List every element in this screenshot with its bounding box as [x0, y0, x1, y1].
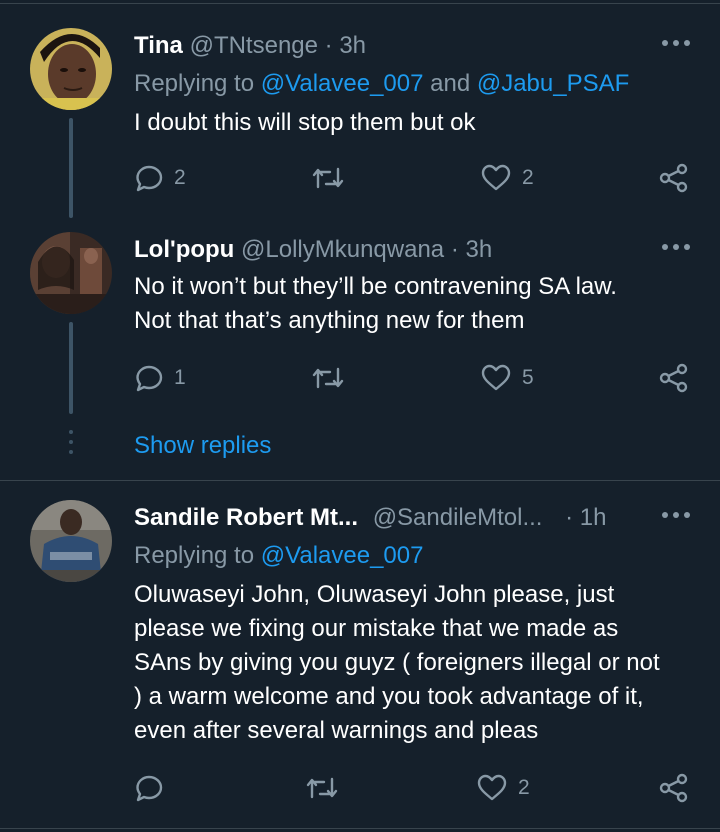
- reply-count: 2: [174, 166, 186, 189]
- display-name[interactable]: Sandile Robert Mt...: [134, 504, 358, 531]
- tweet-text-line: SAns by giving you guyz ( foreigners ill…: [134, 649, 660, 676]
- top-divider: [0, 3, 720, 4]
- reply-count: 1: [174, 366, 186, 389]
- retweet-button[interactable]: [310, 162, 356, 194]
- like-button[interactable]: 2: [476, 772, 530, 804]
- username[interactable]: @SandileMtol...: [373, 504, 543, 531]
- section-divider: [0, 480, 720, 481]
- tweet-text-line: Not that that’s anything new for them: [134, 307, 525, 334]
- share-button[interactable]: [658, 362, 690, 394]
- separator: ·: [444, 236, 466, 263]
- like-count: 2: [518, 776, 530, 799]
- tweet-text: No it won’t but they’ll be contravening …: [134, 270, 694, 338]
- share-icon: [659, 363, 688, 393]
- tweet-text-line: ) a warm welcome and you took advantage …: [134, 683, 644, 710]
- tweet-sandile[interactable]: Sandile Robert Mt... @SandileMtol... · 1…: [0, 500, 720, 820]
- replying-prefix: Replying to: [134, 542, 261, 569]
- more-icon[interactable]: [662, 242, 690, 252]
- action-bar: 1 5: [134, 362, 694, 394]
- retweet-icon: [306, 777, 338, 799]
- thread-line: [69, 322, 73, 414]
- tweet-tina[interactable]: Tina @TNtsenge · 3h Replying to @Valavee…: [0, 28, 720, 218]
- replying-prefix: Replying to: [134, 70, 261, 97]
- reply-icon: [136, 775, 163, 802]
- tweet-lolpopu[interactable]: Lol'popu @LollyMkunqwana · 3h No it won’…: [0, 232, 720, 414]
- username[interactable]: @LollyMkunqwana: [241, 236, 444, 263]
- reply-button[interactable]: 1: [134, 362, 186, 394]
- action-bar: 2 2: [134, 162, 694, 194]
- reply-icon: [136, 365, 163, 392]
- like-button[interactable]: 5: [480, 362, 534, 394]
- share-button[interactable]: [658, 772, 690, 804]
- timestamp[interactable]: 3h: [465, 236, 492, 263]
- username[interactable]: @TNtsenge: [190, 32, 318, 59]
- display-name[interactable]: Lol'popu: [134, 236, 234, 263]
- tweet-header: Tina @TNtsenge · 3h: [134, 30, 366, 62]
- tweet-text-line: No it won’t but they’ll be contravening …: [134, 273, 617, 300]
- retweet-button[interactable]: [304, 772, 350, 804]
- thread-dots: [69, 430, 73, 460]
- show-replies-link[interactable]: Show replies: [134, 430, 271, 462]
- share-icon: [659, 163, 688, 193]
- retweet-icon: [312, 167, 344, 189]
- reply-button[interactable]: [134, 772, 174, 804]
- like-count: 2: [522, 166, 534, 189]
- like-count: 5: [522, 366, 534, 389]
- action-bar: 2: [134, 772, 694, 804]
- retweet-icon: [312, 367, 344, 389]
- tweet-header: Lol'popu @LollyMkunqwana · 3h: [134, 234, 492, 266]
- replying-and: and: [423, 70, 477, 97]
- like-icon: [477, 774, 507, 801]
- avatar[interactable]: [30, 28, 112, 110]
- avatar[interactable]: [30, 500, 112, 582]
- like-icon: [481, 164, 511, 191]
- tweet-text-line: please we fixing our mistake that we mad…: [134, 615, 619, 642]
- mention-link[interactable]: @Jabu_PSAF: [477, 70, 629, 97]
- like-icon: [481, 364, 511, 391]
- tweet-header: Sandile Robert Mt... @SandileMtol... · 1…: [134, 502, 607, 534]
- reply-button[interactable]: 2: [134, 162, 186, 194]
- timestamp[interactable]: 1h: [580, 504, 607, 531]
- tweet-text: I doubt this will stop them but ok: [134, 109, 476, 136]
- share-button[interactable]: [658, 162, 690, 194]
- display-name[interactable]: Tina: [134, 32, 183, 59]
- reply-icon: [136, 165, 163, 192]
- tweet-text-line: Oluwaseyi John, Oluwaseyi John please, j…: [134, 581, 615, 608]
- mention-link[interactable]: @Valavee_007: [261, 70, 424, 97]
- separator: ·: [318, 32, 340, 59]
- more-icon[interactable]: [662, 510, 690, 520]
- separator: ·: [558, 504, 580, 531]
- tweet-text: Oluwaseyi John, Oluwaseyi John please, j…: [134, 578, 694, 748]
- more-icon[interactable]: [662, 38, 690, 48]
- avatar[interactable]: [30, 232, 112, 314]
- tweet-text-line: even after several warnings and pleas: [134, 717, 539, 744]
- thread-line: [69, 118, 73, 218]
- mention-link[interactable]: @Valavee_007: [261, 542, 424, 569]
- replying-to: Replying to @Valavee_007: [134, 540, 423, 572]
- bottom-divider: [0, 828, 720, 829]
- share-icon: [659, 773, 688, 803]
- replying-to: Replying to @Valavee_007 and @Jabu_PSAF: [134, 68, 629, 100]
- like-button[interactable]: 2: [480, 162, 534, 194]
- retweet-button[interactable]: [310, 362, 356, 394]
- timestamp[interactable]: 3h: [339, 32, 366, 59]
